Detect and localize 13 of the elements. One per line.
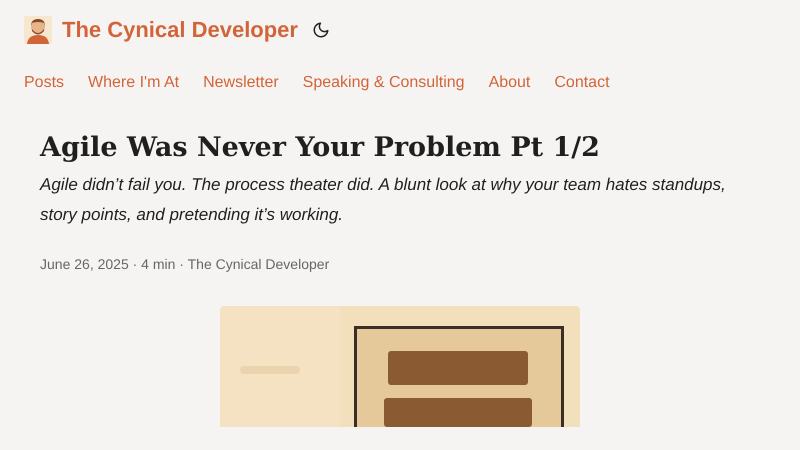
post-description: Agile didn’t fail you. The process theater did. A blunt look at why your team hates standups, story points, and pretending it’s working.: [40, 174, 727, 226]
nav-link[interactable]: Contact: [554, 74, 610, 92]
nav-link[interactable]: Speaking & Consulting: [302, 74, 465, 92]
nav-link[interactable]: Posts: [24, 74, 64, 92]
nav-link[interactable]: About: [488, 74, 530, 92]
post-meta: June 26, 2025 · 4 min · The Cynical Developer: [40, 256, 330, 272]
dark-mode-toggle[interactable]: [312, 21, 330, 39]
moon-icon: [312, 21, 330, 39]
nav-link[interactable]: Where I'm At: [88, 74, 180, 92]
post-title: Agile Was Never Your Problem Pt 1/2: [40, 132, 601, 164]
avatar-icon: [24, 16, 52, 44]
nav-link[interactable]: Newsletter: [203, 74, 279, 92]
site-title[interactable]: The Cynical Developer: [62, 17, 298, 43]
